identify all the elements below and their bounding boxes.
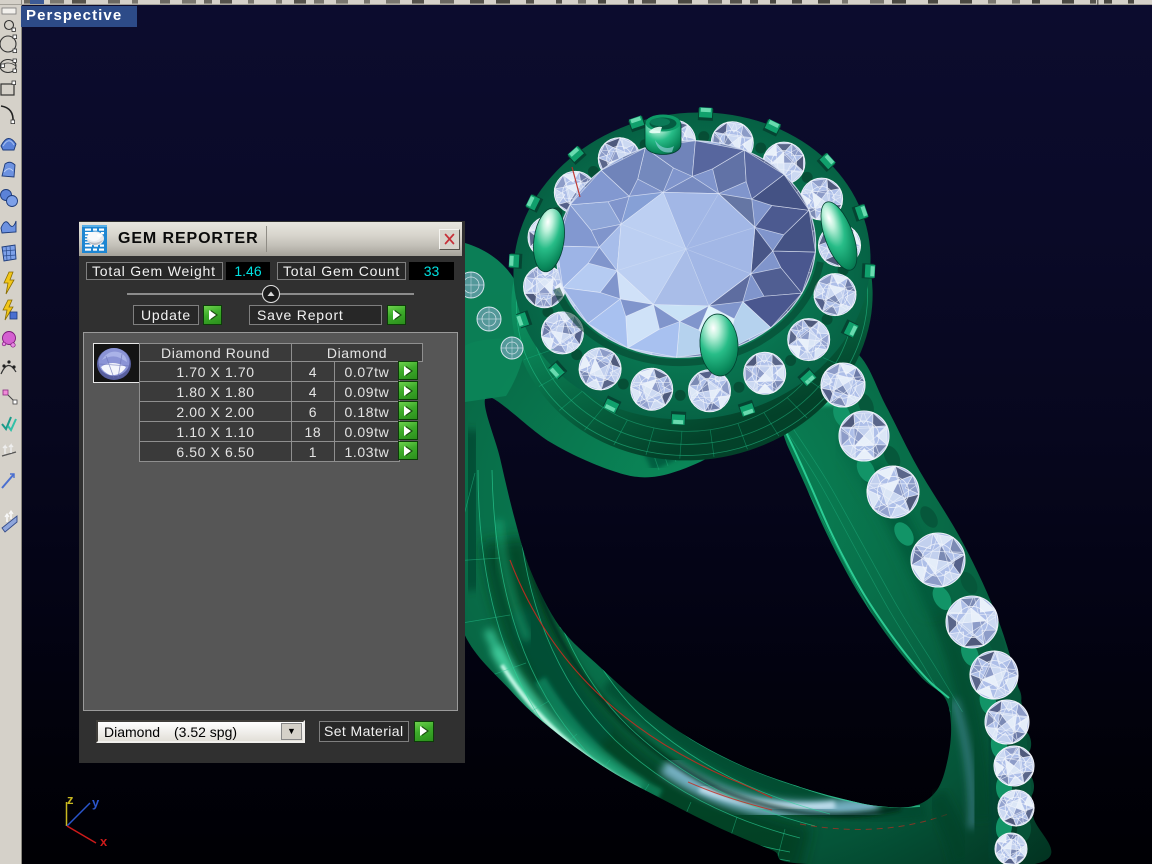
svg-text:z: z — [67, 792, 74, 807]
svg-text:x: x — [100, 834, 108, 849]
svg-text:y: y — [92, 795, 100, 810]
